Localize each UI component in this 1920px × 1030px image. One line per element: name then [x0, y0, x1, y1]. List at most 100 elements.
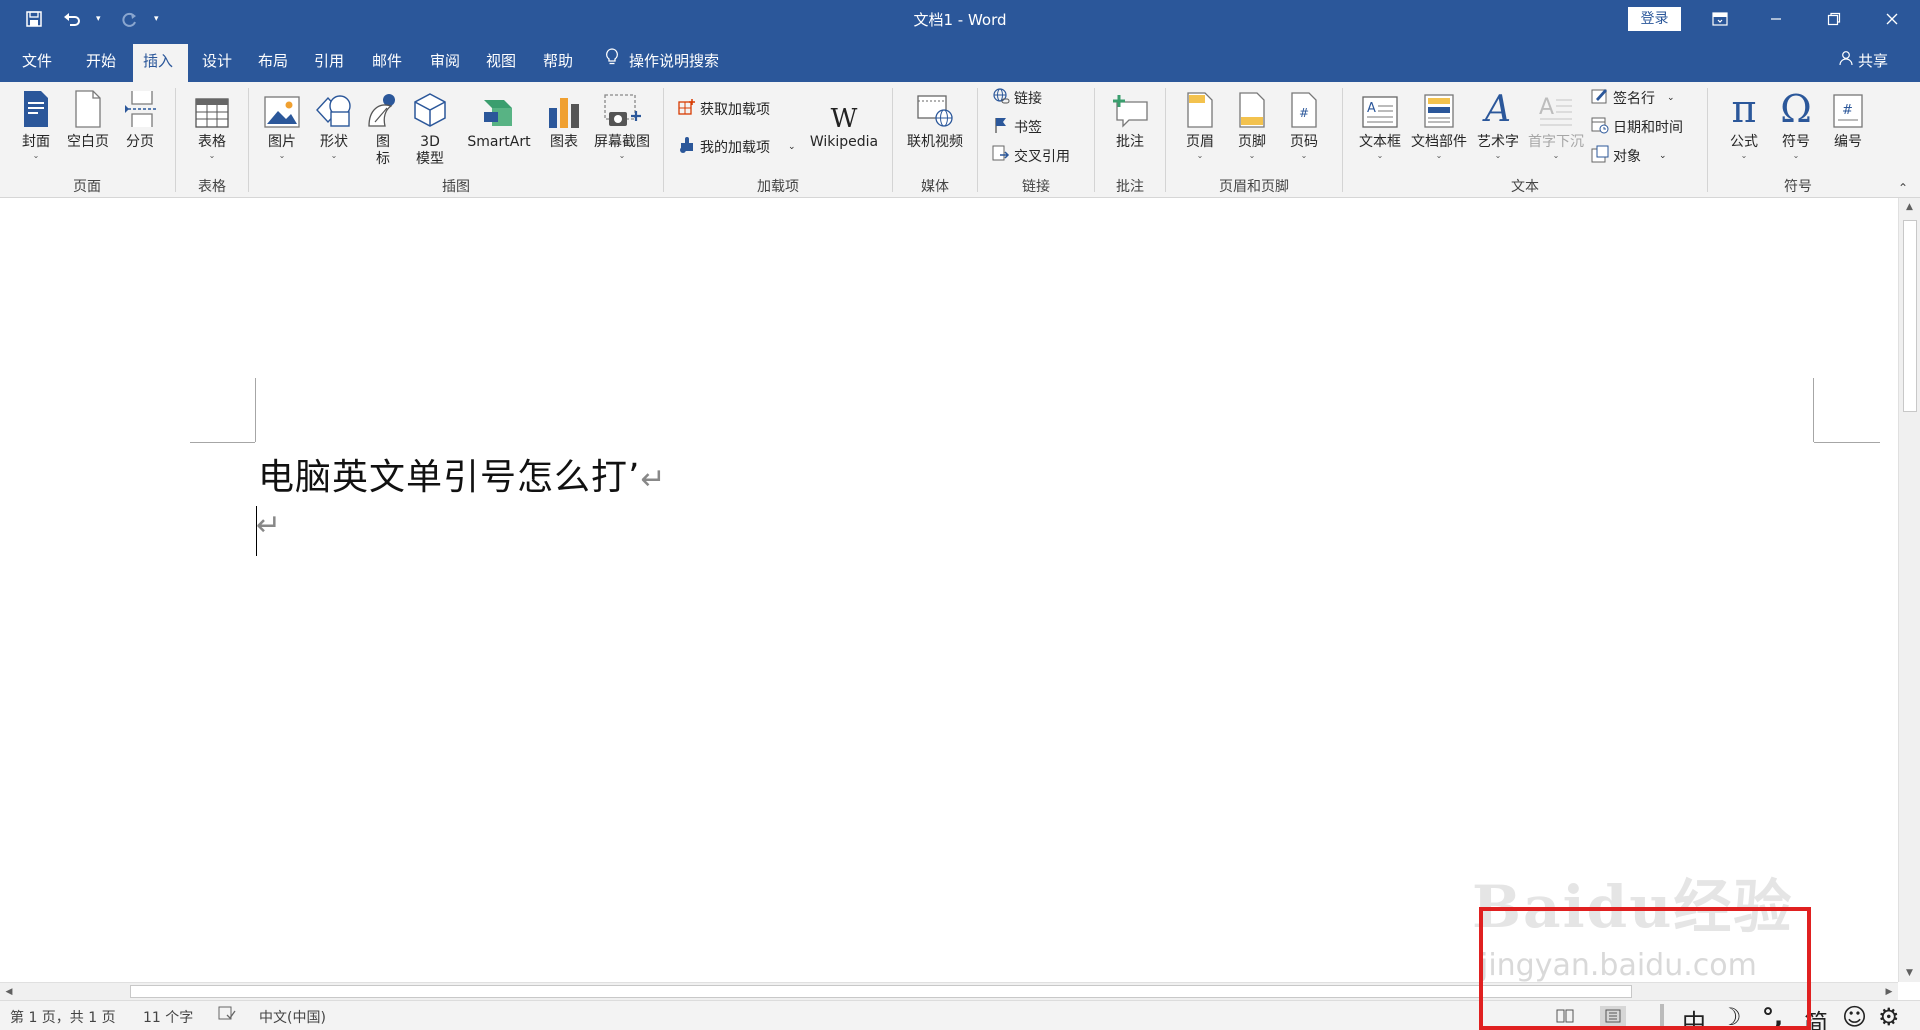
ribbon-tabs: 文件 开始 插入 设计 布局 引用 邮件 审阅 视图 帮助 操作说明搜索 共享	[0, 38, 1920, 82]
new-comment-button[interactable]: 批注	[1107, 88, 1153, 151]
shapes-button[interactable]: 形状 ⌄	[313, 88, 355, 161]
page-number-label: 页码	[1290, 134, 1318, 150]
document-paragraph-1[interactable]: 电脑英文单引号怎么打’↵	[258, 448, 667, 500]
wikipedia-button[interactable]: W Wikipedia	[804, 88, 884, 151]
online-video-button[interactable]: 联机视频	[901, 88, 969, 151]
tab-review[interactable]: 审阅	[420, 44, 470, 82]
3d-models-label: 3D 模型	[416, 134, 444, 167]
screenshot-button[interactable]: 屏幕截图 ⌄	[589, 88, 655, 161]
wordart-button[interactable]: A 艺术字 ⌄	[1473, 88, 1523, 161]
table-icon	[195, 88, 229, 128]
ime-simplified[interactable]: 简	[1804, 1003, 1828, 1030]
chevron-down-icon: ⌄	[32, 151, 40, 160]
document-canvas[interactable]: 电脑英文单引号怎么打’↵ ↵	[0, 198, 1898, 982]
word-count[interactable]: 11 个字	[143, 1007, 193, 1027]
my-addins-button[interactable]: 我的加载项 ⌄	[678, 136, 796, 158]
smartart-button[interactable]: SmartArt	[459, 88, 539, 151]
group-label-addins: 加载项	[757, 179, 799, 195]
chart-button[interactable]: 图表	[541, 88, 587, 151]
link-button[interactable]: 链接	[992, 87, 1042, 109]
footer-icon	[1238, 88, 1266, 128]
group-symbols: π 公式 ⌄ Ω 符号 ⌄ # 编号 符号	[1708, 82, 1888, 198]
close-icon[interactable]	[1864, 0, 1920, 38]
pictures-button[interactable]: 图片 ⌄	[261, 88, 303, 161]
scroll-right-icon[interactable]: ▶	[1880, 983, 1898, 1001]
login-button[interactable]: 登录	[1628, 7, 1681, 31]
crop-mark	[190, 442, 255, 443]
page-count[interactable]: 第 1 页，共 1 页	[10, 1007, 116, 1027]
chevron-down-icon: ⌄	[1435, 151, 1443, 160]
person-icon	[1838, 44, 1854, 78]
scroll-down-icon[interactable]: ▼	[1899, 964, 1920, 982]
group-text: A 文本框 ⌄ 文档部件 ⌄ A 艺术字 ⌄ A 首字下沉 ⌄ 签名行 ⌄ 日期…	[1343, 82, 1707, 198]
number-button[interactable]: # 编号	[1826, 88, 1870, 151]
ime-toolbar-handle[interactable]	[1660, 1004, 1664, 1026]
wordart-label: 艺术字	[1477, 134, 1519, 150]
tab-view[interactable]: 视图	[476, 44, 526, 82]
icons-label: 图 标	[376, 134, 390, 167]
scroll-up-icon[interactable]: ▲	[1899, 198, 1920, 216]
text-box-button[interactable]: A 文本框 ⌄	[1355, 88, 1405, 161]
collapse-ribbon-icon[interactable]: ⌃	[1898, 181, 1908, 195]
chart-label: 图表	[550, 134, 578, 150]
cover-page-button[interactable]: 封面 ⌄	[14, 88, 58, 161]
chevron-down-icon: ⌄	[1196, 151, 1204, 160]
language-indicator[interactable]: 中文(中国)	[259, 1007, 326, 1027]
scroll-left-icon[interactable]: ◀	[0, 983, 18, 1001]
tell-me-search[interactable]: 操作说明搜索	[605, 44, 719, 78]
group-label-illustrations: 插图	[442, 179, 470, 195]
page-break-button[interactable]: 分页	[118, 88, 162, 151]
pi-icon: π	[1731, 87, 1757, 131]
table-button[interactable]: 表格 ⌄	[190, 88, 234, 161]
footer-button[interactable]: 页脚 ⌄	[1232, 88, 1272, 161]
my-addins-label: 我的加载项	[700, 140, 770, 156]
minimize-icon[interactable]	[1748, 0, 1804, 38]
get-addins-button[interactable]: 获取加载项	[678, 98, 770, 120]
ribbon-insert: 封面 ⌄ 空白页 分页 页面 表格 ⌄ 表格 图片 ⌄ 形状 ⌄ 图 标 3D …	[0, 82, 1920, 198]
moon-icon[interactable]: ☽	[1720, 1003, 1742, 1030]
restore-icon[interactable]	[1806, 0, 1862, 38]
tab-layout[interactable]: 布局	[248, 44, 298, 82]
ribbon-display-options-icon[interactable]	[1692, 0, 1748, 38]
group-label-header-footer: 页眉和页脚	[1219, 179, 1289, 195]
screenshot-label: 屏幕截图	[594, 134, 650, 150]
tab-help[interactable]: 帮助	[533, 44, 583, 82]
lightbulb-icon	[605, 44, 619, 78]
tab-home[interactable]: 开始	[76, 44, 126, 82]
proofing-icon[interactable]	[218, 1006, 236, 1026]
title-bar: ▾ ▾ 文档1 - Word 登录	[0, 0, 1920, 38]
read-mode-icon[interactable]	[1552, 1006, 1578, 1026]
emoji-icon[interactable]: ☺	[1842, 1003, 1867, 1030]
scroll-thumb[interactable]	[130, 985, 1632, 998]
blank-page-button[interactable]: 空白页	[62, 88, 114, 151]
equation-button[interactable]: π 公式 ⌄	[1722, 88, 1766, 161]
signature-line-button[interactable]: 签名行 ⌄	[1591, 87, 1675, 109]
date-time-button[interactable]: 日期和时间	[1591, 116, 1683, 138]
tab-file[interactable]: 文件	[12, 44, 62, 82]
ime-punctuation[interactable]: °,	[1762, 1003, 1783, 1030]
scroll-thumb[interactable]	[1903, 220, 1917, 412]
horizontal-scrollbar[interactable]: ◀ ▶	[0, 982, 1898, 1000]
icons-button[interactable]: 图 标	[365, 88, 401, 168]
symbol-button[interactable]: Ω 符号 ⌄	[1774, 88, 1818, 161]
vertical-scrollbar[interactable]: ▲ ▼	[1898, 198, 1920, 982]
object-button[interactable]: 对象 ⌄	[1591, 145, 1667, 167]
tab-references[interactable]: 引用	[304, 44, 354, 82]
share-button[interactable]: 共享	[1838, 44, 1888, 78]
print-layout-icon[interactable]	[1600, 1006, 1626, 1026]
drop-cap-button[interactable]: A 首字下沉 ⌄	[1525, 88, 1587, 161]
header-button[interactable]: 页眉 ⌄	[1180, 88, 1220, 161]
quick-parts-button[interactable]: 文档部件 ⌄	[1407, 88, 1471, 161]
page-break-icon	[124, 88, 156, 128]
tab-insert[interactable]: 插入	[133, 44, 188, 82]
online-video-label: 联机视频	[907, 134, 963, 150]
online-video-icon	[916, 88, 954, 128]
ime-chinese-mode[interactable]: 中	[1682, 1003, 1706, 1030]
tab-mailings[interactable]: 邮件	[362, 44, 412, 82]
settings-icon[interactable]: ⚙	[1878, 1003, 1900, 1030]
page-number-button[interactable]: # 页码 ⌄	[1284, 88, 1324, 161]
3d-models-button[interactable]: 3D 模型	[409, 88, 451, 168]
bookmark-button[interactable]: 书签	[992, 116, 1042, 138]
cross-reference-button[interactable]: 交叉引用	[992, 145, 1070, 167]
tab-design[interactable]: 设计	[192, 44, 242, 82]
